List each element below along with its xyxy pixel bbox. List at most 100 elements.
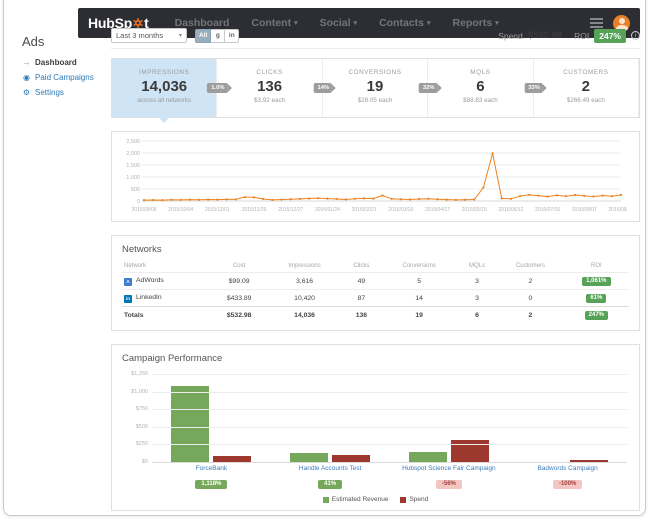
campaign-link-forcebank[interactable]: ForceBank: [152, 465, 271, 472]
roi-label: ROI: [574, 31, 589, 41]
data-point-marker: [372, 198, 374, 200]
campaign-link-handle-accounts-test[interactable]: Handle Accounts Test: [271, 465, 390, 472]
y-axis-label: 2,500: [126, 139, 140, 145]
table-header-row: NetworkCostImpressionsClicksConversionsM…: [122, 261, 629, 273]
sidebar-nav: →Dashboard ◉ Paid Campaigns ⚙ Settings: [22, 58, 106, 97]
funnel-card-value: 2: [534, 79, 638, 94]
funnel-rate-badge: 32%: [419, 83, 438, 93]
campaign-label-col: Handle Accounts Test 41%: [271, 465, 390, 490]
funnel-card-title: MQLS: [428, 69, 532, 76]
data-point-marker: [345, 198, 347, 200]
sidebar-item-label: Paid Campaigns: [35, 73, 94, 82]
funnel-card-conversions[interactable]: CONVERSIONS19$28.05 each: [323, 59, 428, 117]
sidebar-title: Ads: [22, 34, 106, 49]
cell-roi: 61%: [564, 290, 629, 307]
main-content: Last 3 months ▾ Allgin Spend $532.98 ROI…: [111, 28, 640, 511]
gear-icon: ⚙: [22, 88, 31, 97]
funnel-rate-badge: 1.0%: [207, 83, 227, 93]
x-axis-label: 2016/07/10: [535, 207, 560, 213]
sidebar-item-dashboard[interactable]: →Dashboard: [22, 58, 106, 67]
networks-table-head: NetworkCostImpressionsClicksConversionsM…: [122, 261, 629, 273]
data-point-marker: [180, 199, 182, 201]
y-gridline: [152, 409, 627, 410]
data-point-marker: [436, 198, 438, 200]
cell-cost: $433.89: [210, 290, 268, 307]
x-axis-label: 2016/06/12: [498, 207, 523, 213]
network-filter-g[interactable]: g: [211, 29, 225, 43]
campaign-roi-badge: 1,118%: [195, 480, 227, 489]
data-point-marker: [207, 198, 209, 200]
toolbar: Last 3 months ▾ Allgin Spend $532.98 ROI…: [111, 28, 640, 49]
x-axis-label: 2016/05/15: [462, 207, 487, 213]
sidebar-item-paid-campaigns[interactable]: ◉ Paid Campaigns: [22, 73, 106, 82]
date-range-select[interactable]: Last 3 months ▾: [111, 28, 187, 43]
campaign-label-col: ForceBank 1,118%: [152, 465, 271, 490]
roi-badge: 247%: [594, 29, 626, 43]
data-point-marker: [491, 152, 493, 154]
network-filter-all[interactable]: All: [195, 29, 211, 43]
sidebar-item-label: Dashboard: [35, 58, 77, 67]
roi-badge: 61%: [586, 294, 606, 303]
roi-badge: 1,061%: [582, 277, 610, 286]
data-point-marker: [482, 186, 484, 188]
y-axis-label: 1,000: [126, 175, 140, 181]
data-point-marker: [592, 195, 594, 197]
cell-impressions: 14,036: [268, 307, 341, 324]
sidebar-item-settings[interactable]: ⚙ Settings: [22, 88, 106, 97]
data-point-marker: [152, 199, 154, 201]
funnel-card-sub: $28.05 each: [323, 97, 427, 104]
funnel-card-mqls[interactable]: MQLS6$88.83 each: [428, 59, 533, 117]
hamburger-menu-icon[interactable]: [590, 18, 603, 28]
cell-customers: 2: [497, 307, 564, 324]
campaign-link-badwords-campaign[interactable]: Badwords Campaign: [508, 465, 627, 472]
networks-title: Networks: [122, 244, 629, 255]
campaign-icon: ◉: [22, 73, 31, 82]
y-axis-label: 0: [137, 199, 140, 205]
data-point-marker: [280, 198, 282, 200]
x-axis-label: 2016/02/21: [352, 207, 377, 213]
funnel-card-value: 136: [217, 79, 321, 94]
y-gridline: [152, 392, 627, 393]
funnel-card-clicks[interactable]: CLICKS 136 $3.92 each: [217, 59, 322, 117]
data-point-marker: [381, 194, 383, 196]
info-icon[interactable]: i: [631, 31, 640, 40]
y-axis-label: $1,000: [122, 389, 148, 395]
sidebar: Ads →Dashboard ◉ Paid Campaigns ⚙ Settings: [22, 34, 106, 103]
cell-customers: 0: [497, 290, 564, 307]
legend-swatch: [323, 497, 329, 503]
funnel-card-title: IMPRESSIONS: [112, 69, 216, 76]
sidebar-item-label: Settings: [35, 88, 64, 97]
campaign-roi-badge: 41%: [318, 480, 342, 489]
y-axis-label: 1,500: [126, 163, 140, 169]
y-axis-label: $500: [122, 424, 148, 430]
campaign-roi-badge: -56%: [436, 480, 462, 489]
column-header: Customers: [497, 261, 564, 273]
estimated-revenue-bar: [171, 386, 209, 462]
data-point-marker: [537, 195, 539, 197]
data-point-marker: [464, 199, 466, 201]
cell-clicks: 136: [341, 307, 381, 324]
network-filter-in[interactable]: in: [225, 29, 239, 43]
data-point-marker: [427, 198, 429, 200]
funnel-card-customers[interactable]: CUSTOMERS2$266.49 each: [534, 59, 639, 117]
cell-mqls: 3: [457, 290, 497, 307]
chevron-down-icon: ▾: [179, 32, 182, 39]
funnel-card-impressions[interactable]: IMPRESSIONS14,036across all networks: [112, 59, 217, 117]
totals-row: Totals$532.9814,0361361962247%: [122, 307, 629, 324]
funnel-card-title: CLICKS: [217, 69, 321, 76]
funnel-card-sub: $3.92 each: [217, 97, 321, 104]
data-point-marker: [391, 198, 393, 200]
campaign-link-hubspot-science-fair-campaign[interactable]: Hubspot Science Fair Campaign: [390, 465, 509, 472]
data-point-marker: [602, 195, 604, 197]
y-axis-label: 2,000: [126, 151, 140, 157]
column-header: Cost: [210, 261, 268, 273]
cell-conversions: 14: [382, 290, 457, 307]
impressions-chart-card: 05001,0001,5002,0002,5002015/09/062015/1…: [111, 131, 640, 222]
data-point-marker: [326, 198, 328, 200]
data-point-marker: [225, 198, 227, 200]
data-point-marker: [409, 198, 411, 200]
data-point-marker: [308, 197, 310, 199]
data-point-marker: [253, 196, 255, 198]
column-header: MQLs: [457, 261, 497, 273]
network-name: AdWords: [136, 277, 164, 284]
